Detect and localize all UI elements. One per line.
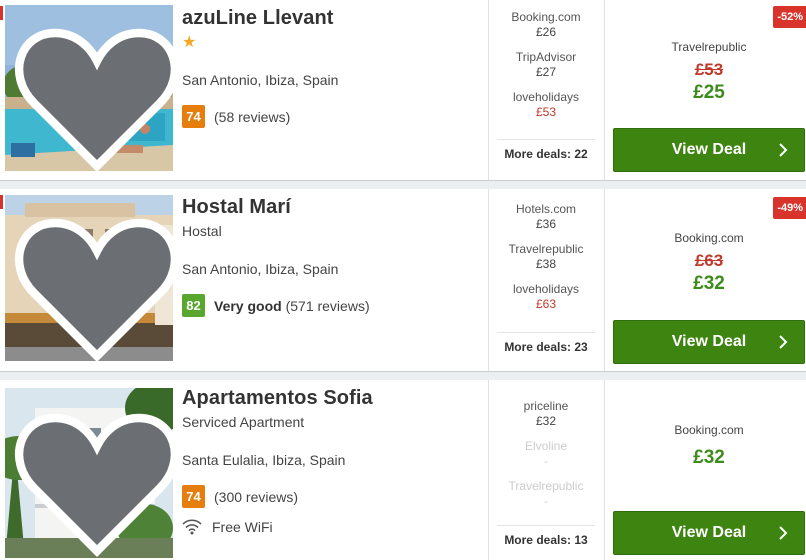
other-deals: Hotels.com £36 Travelrepublic £38 loveho…: [497, 202, 595, 322]
deal-price: £27: [535, 65, 557, 79]
view-deal-button[interactable]: View Deal: [613, 128, 805, 172]
deal-item[interactable]: loveholidays £53: [497, 90, 595, 130]
hotel-results-list: azuLine Llevant ★ San Antonio, Ibiza, Sp…: [0, 0, 806, 560]
view-deal-label: View Deal: [671, 141, 747, 158]
more-deals-link[interactable]: More deals: 13: [497, 525, 595, 547]
deal-price: -: [544, 494, 548, 508]
original-price: £63: [694, 251, 724, 270]
column-divider: [488, 189, 489, 371]
column-divider: [604, 0, 605, 180]
column-divider: [488, 380, 489, 560]
hotel-photo[interactable]: [5, 195, 173, 361]
amenity-row: Free WiFi: [182, 519, 273, 535]
chevron-right-icon: [779, 526, 788, 540]
chevron-right-icon: [779, 143, 788, 157]
hotel-location: San Antonio, Ibiza, Spain: [182, 261, 339, 277]
deal-price-main: £32: [693, 447, 725, 468]
score-badge: 74: [182, 105, 205, 128]
deal-provider: priceline: [523, 399, 569, 413]
hotel-info: azuLine Llevant ★ San Antonio, Ibiza, Sp…: [182, 6, 482, 128]
deal-item[interactable]: loveholidays £63: [497, 282, 595, 322]
score-badge: 82: [182, 294, 205, 317]
rating-row[interactable]: 74 (300 reviews): [182, 485, 298, 508]
hotel-info: Hostal Marí Hostal San Antonio, Ibiza, S…: [182, 195, 482, 317]
rating-row[interactable]: 74 (58 reviews): [182, 105, 290, 128]
best-deal-provider: Travelrepublic: [671, 40, 747, 54]
deal-item[interactable]: TripAdvisor £27: [497, 50, 595, 90]
hotel-photo[interactable]: [5, 5, 173, 171]
deal-price: £53: [535, 105, 557, 119]
hotel-card: Hostal Marí Hostal San Antonio, Ibiza, S…: [0, 189, 806, 372]
best-deal-provider: Booking.com: [674, 231, 744, 245]
view-deal-button[interactable]: View Deal: [613, 511, 805, 555]
chevron-right-icon: [779, 335, 788, 349]
deal-provider: loveholidays: [512, 90, 580, 104]
heart-icon[interactable]: [13, 13, 173, 171]
wifi-icon: [182, 519, 202, 535]
hotel-name[interactable]: azuLine Llevant: [182, 6, 482, 30]
heart-icon[interactable]: [13, 396, 173, 558]
hotel-card: Apartamentos Sofia Serviced Apartment Sa…: [0, 380, 806, 560]
deal-item[interactable]: Booking.com £26: [497, 10, 595, 50]
deal-price: £38: [535, 257, 557, 271]
deal-item[interactable]: priceline £32: [497, 399, 595, 439]
deal-price-main: £32: [693, 273, 725, 294]
deal-item[interactable]: Travelrepublic £38: [497, 242, 595, 282]
heart-icon[interactable]: [13, 203, 173, 361]
deal-price-main: £25: [693, 82, 725, 103]
deal-provider: Elvoline: [524, 439, 568, 453]
deal-price: -: [544, 454, 548, 468]
review-count: (58 reviews): [214, 108, 291, 125]
hotel-location: Santa Eulalia, Ibiza, Spain: [182, 452, 346, 468]
deal-item[interactable]: Hotels.com £36: [497, 202, 595, 242]
deal-price: £63: [535, 297, 557, 311]
rating-row[interactable]: 82 Very good (571 reviews): [182, 294, 370, 317]
hotel-location: San Antonio, Ibiza, Spain: [182, 72, 339, 88]
rating-word: Very good: [214, 297, 282, 314]
review-count: (571 reviews): [285, 297, 370, 314]
hotel-name[interactable]: Apartamentos Sofia: [182, 386, 482, 410]
more-deals-link[interactable]: More deals: 23: [497, 332, 595, 354]
property-type: Hostal: [182, 223, 222, 239]
deal-price: £36: [535, 217, 557, 231]
best-deal-provider: Booking.com: [674, 423, 744, 437]
deal-provider: Travelrepublic: [508, 479, 584, 493]
best-deal: Travelrepublic £53 £25: [613, 40, 805, 104]
column-divider: [604, 380, 605, 560]
deal-provider: loveholidays: [512, 282, 580, 296]
hotel-photo[interactable]: [5, 388, 173, 558]
discount-badge: -52%: [773, 6, 806, 28]
deal-provider: Travelrepublic: [508, 242, 584, 256]
column-divider: [488, 0, 489, 180]
deal-price: £32: [535, 414, 557, 428]
deal-item: Travelrepublic -: [497, 479, 595, 519]
hotel-name[interactable]: Hostal Marí: [182, 195, 482, 219]
more-deals-link[interactable]: More deals: 22: [497, 139, 595, 161]
discount-badge: -49%: [773, 197, 806, 219]
view-deal-button[interactable]: View Deal: [613, 320, 805, 364]
original-price: £53: [694, 60, 724, 79]
hotel-info: Apartamentos Sofia Serviced Apartment Sa…: [182, 386, 482, 535]
score-badge: 74: [182, 485, 205, 508]
column-divider: [604, 189, 605, 371]
deal-provider: TripAdvisor: [515, 50, 577, 64]
view-deal-label: View Deal: [671, 524, 747, 541]
other-deals: Booking.com £26 TripAdvisor £27 loveholi…: [497, 10, 595, 130]
property-type: Serviced Apartment: [182, 414, 305, 430]
other-deals: priceline £32 Elvoline - Travelrepublic …: [497, 399, 595, 519]
deal-price: £26: [535, 25, 557, 39]
deal-provider: Hotels.com: [515, 202, 577, 216]
amenity-label: Free WiFi: [212, 519, 273, 535]
review-count: (300 reviews): [214, 488, 299, 505]
best-deal: Booking.com £32: [613, 423, 805, 469]
card-edge-marker: [0, 6, 3, 20]
deal-item: Elvoline -: [497, 439, 595, 479]
best-deal: Booking.com £63 £32: [613, 231, 805, 295]
view-deal-label: View Deal: [671, 333, 747, 350]
star-icon: ★: [182, 34, 197, 51]
deal-provider: Booking.com: [511, 10, 581, 24]
card-edge-marker: [0, 195, 3, 209]
hotel-card: azuLine Llevant ★ San Antonio, Ibiza, Sp…: [0, 0, 806, 181]
